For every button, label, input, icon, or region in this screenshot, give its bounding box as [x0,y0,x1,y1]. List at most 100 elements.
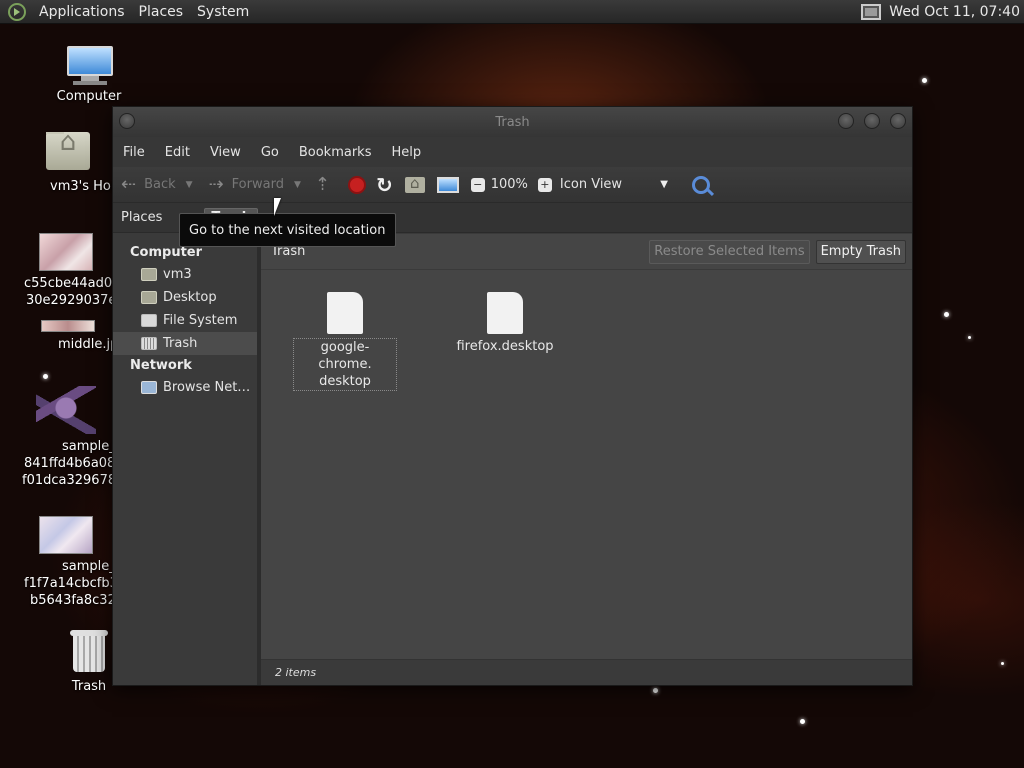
distro-logo-icon[interactable] [8,2,26,21]
desktop-icon-label: Computer [56,89,122,104]
item-count: 2 items [275,666,317,679]
file-view[interactable]: Trash Restore Selected Items Empty Trash… [261,234,912,685]
system-menu[interactable]: System [190,4,256,20]
desktop-icon-label: vm3's Home [50,179,112,194]
panel-tray: Wed Oct 11, 07:40 [861,0,1024,24]
desktop-icon-image[interactable]: c55cbe44ad0c7 30e2929037e7 [20,233,112,309]
restore-selected-button[interactable]: Restore Selected Items [649,239,810,264]
search-icon[interactable] [691,175,710,194]
menu-view[interactable]: View [204,145,247,160]
home-folder-icon [46,132,90,170]
forward-history-dropdown-icon[interactable]: ▼ [294,180,301,190]
title-bar[interactable]: Trash [113,107,912,137]
reload-icon[interactable]: ↻ [376,173,393,197]
image-thumbnail [41,320,95,332]
desktop-icon-image[interactable]: sample_ 841ffd4b6a08 f01dca329678c [20,386,112,489]
forward-label: Forward [231,177,284,192]
star [1001,662,1004,665]
desktop-icon-home[interactable]: vm3's Home [24,132,112,195]
network-icon [141,381,157,394]
desktop-icon-image[interactable]: middle.jpg [24,320,112,353]
view-mode-label: Icon View [559,177,623,192]
chevron-down-icon: ▼ [660,179,668,190]
view-mode-select[interactable]: Icon View ▼ [560,177,668,192]
sidebar-item-label: Desktop [163,290,217,305]
sidebar-item-label: vm3 [163,267,192,282]
computer-icon [65,46,113,85]
zoom-level[interactable]: 100% [491,177,528,192]
text-file-icon [327,292,363,334]
back-arrow-icon: ⇠ [121,173,137,195]
menu-go[interactable]: Go [255,145,285,160]
window-title: Trash [495,114,530,130]
desktop-icon-label: sample_ [62,559,112,574]
desktop-folder-icon [141,291,157,304]
mouse-cursor-icon [274,198,281,216]
desktop-icon-label: b5643fa8c32 [30,593,112,608]
back-history-dropdown-icon[interactable]: ▼ [186,180,193,190]
display-icon[interactable] [861,3,882,20]
menu-help[interactable]: Help [385,145,427,160]
desktop-icon-label: f01dca329678c [22,473,112,488]
sidebar-item-label: Trash [163,336,198,351]
text-file-icon [487,292,523,334]
empty-trash-button[interactable]: Empty Trash [815,239,906,264]
panel-menus: Applications Places System [0,0,256,24]
file-name: google-chrome. desktop [293,338,397,391]
sidebar-item-file-system[interactable]: File System [113,309,257,332]
desktop-icon-label: 841ffd4b6a08 [24,456,112,471]
sidebar-item-trash[interactable]: Trash [113,332,257,355]
desktop-icon-image[interactable]: sample_ f1f7a14cbcfb3 b5643fa8c32 [20,516,112,609]
forward-tooltip: Go to the next visited location [179,213,396,247]
image-thumbnail [39,233,93,271]
desktop-icon-computer[interactable]: Computer [24,46,154,105]
file-manager-window: Trash File Edit View Go Bookmarks Help ⇠… [112,106,913,686]
minimize-button[interactable] [838,113,854,129]
forward-arrow-icon: ⇢ [208,173,224,195]
up-arrow-icon[interactable]: ⇡ [315,175,330,194]
desktop-icon-label: c55cbe44ad0c7 [24,276,112,291]
menu-edit[interactable]: Edit [159,145,196,160]
star [800,719,805,724]
star [968,336,971,339]
trash-icon [141,337,157,350]
file-name-line: google-chrome. [318,340,372,372]
desktop-icon-label: f1f7a14cbcfb3 [24,576,112,591]
home-folder-icon [141,268,157,281]
stop-icon[interactable] [347,175,366,194]
drive-icon [141,314,157,327]
home-icon[interactable] [404,174,425,193]
window-body: Computer vm3 Desktop File System Trash N… [113,234,912,685]
zoom-out-icon[interactable]: − [470,177,485,192]
places-selector[interactable]: Places [117,210,166,225]
menu-file[interactable]: File [117,145,151,160]
back-button[interactable]: ⇠ Back ▼ [121,170,193,200]
menu-bar: File Edit View Go Bookmarks Help [113,137,912,167]
desktop-icon-label: sample_ [62,439,112,454]
sidebar-item-label: File System [163,313,238,328]
close-button[interactable] [890,113,906,129]
sidebar-item-browse-network[interactable]: Browse Net… [113,376,257,399]
zoom-in-icon[interactable]: + [537,177,552,192]
file-item[interactable]: google-chrome. desktop [293,292,397,391]
applications-menu[interactable]: Applications [32,4,132,20]
forward-button[interactable]: ⇢ Forward ▼ [209,170,301,200]
star [944,312,949,317]
computer-icon[interactable] [436,176,459,193]
sidebar-header-network[interactable]: Network [113,355,257,376]
sidebar-item-vm3[interactable]: vm3 [113,263,257,286]
toolbar: ⇠ Back ▼ ⇢ Forward ▼ ⇡ ↻ − 100% + Icon V… [113,167,912,203]
places-menu[interactable]: Places [132,4,191,20]
clock[interactable]: Wed Oct 11, 07:40 [889,4,1020,20]
maximize-button[interactable] [864,113,880,129]
star [43,374,48,379]
menu-bookmarks[interactable]: Bookmarks [293,145,378,160]
image-thumbnail [39,516,93,554]
top-panel: Applications Places System Wed Oct 11, 0… [0,0,1024,24]
star [653,688,658,693]
places-sidebar: Computer vm3 Desktop File System Trash N… [113,234,261,685]
trash-icon [70,628,108,672]
sidebar-item-desktop[interactable]: Desktop [113,286,257,309]
window-menu-icon[interactable] [119,113,135,129]
file-item[interactable]: firefox.desktop [453,292,557,355]
